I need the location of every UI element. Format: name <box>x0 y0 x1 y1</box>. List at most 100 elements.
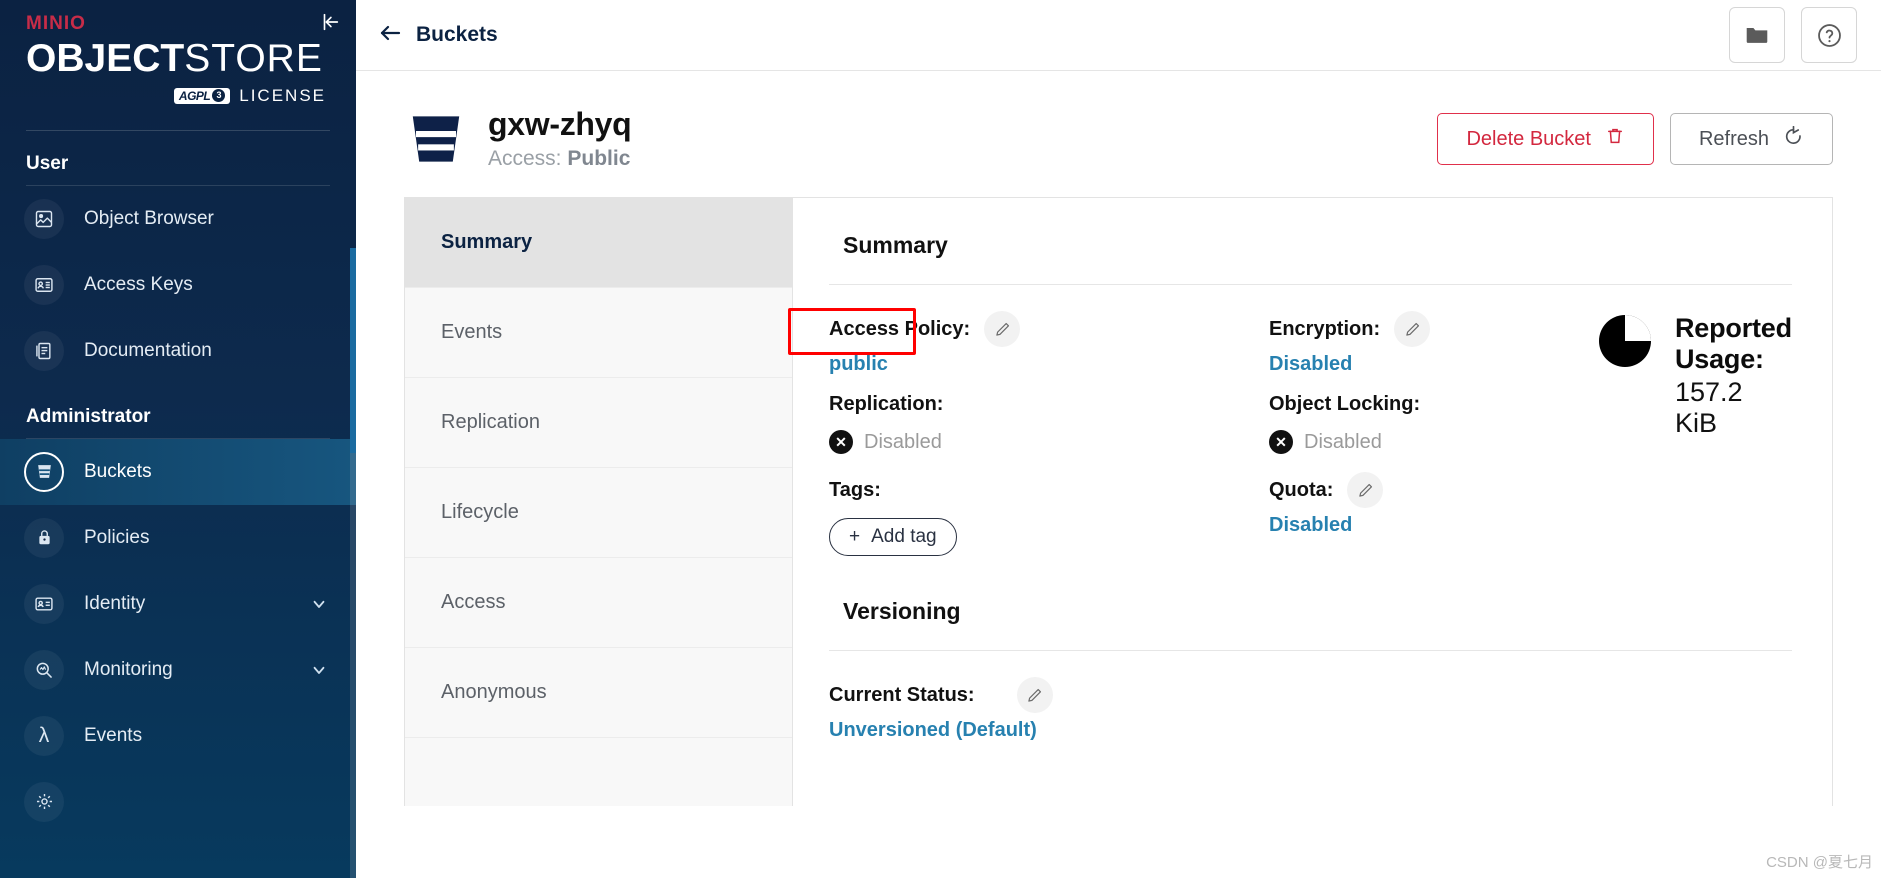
license-row: AGPL 3 LICENSE <box>26 86 330 106</box>
access-policy-value-link[interactable]: public <box>829 353 888 376</box>
sidebar-item-object-browser[interactable]: Object Browser <box>0 186 356 252</box>
folder-icon[interactable] <box>1729 7 1785 63</box>
x-circle-icon: ✕ <box>829 430 853 454</box>
bucket-access-line: Access: Public <box>488 147 631 171</box>
versioning-section: Versioning Current Status: Unversioned (… <box>829 598 1792 742</box>
quota-label: Quota: <box>1269 478 1334 501</box>
sidebar-item-identity[interactable]: Identity <box>0 571 356 637</box>
access-policy-field: Access Policy: public <box>829 311 1269 376</box>
tab-label: Anonymous <box>441 681 547 703</box>
sidebar-item-label: Documentation <box>84 339 212 361</box>
versioning-heading: Versioning <box>843 598 961 624</box>
sidebar-item-documentation[interactable]: Documentation <box>0 318 356 384</box>
agpl-version: 3 <box>212 89 226 103</box>
replication-field: Replication: ✕ Disabled <box>829 386 1269 454</box>
sidebar-item-label: Events <box>84 724 143 746</box>
bucket-icon <box>404 107 468 171</box>
chevron-down-icon[interactable] <box>306 657 332 683</box>
help-circle-icon[interactable] <box>1801 7 1857 63</box>
replication-label-row: Replication: <box>829 386 1269 422</box>
breadcrumb-back-buckets[interactable]: Buckets <box>368 23 498 47</box>
tab-label: Replication <box>441 411 540 433</box>
add-tag-label: Add tag <box>871 526 937 547</box>
tab-label: Lifecycle <box>441 501 519 523</box>
tab-summary[interactable]: Summary <box>405 198 792 288</box>
quota-value-link[interactable]: Disabled <box>1269 514 1352 537</box>
summary-column-left: Access Policy: public Replication: ✕ Dis… <box>829 311 1269 564</box>
sidebar-item-label: Access Keys <box>84 273 193 295</box>
refresh-label: Refresh <box>1698 127 1769 150</box>
tab-access[interactable]: Access <box>405 558 792 648</box>
wordmark-store: STORE <box>184 36 323 80</box>
minio-wordmark: MINIO <box>26 13 86 34</box>
pencil-icon[interactable] <box>984 311 1021 347</box>
current-status-label: Current Status: <box>829 683 975 706</box>
summary-column-right: Reported Usage: 157.2 KiB <box>1569 311 1792 564</box>
bucket-access-label: Access: <box>488 146 562 170</box>
documentation-icon <box>24 330 64 371</box>
tab-replication[interactable]: Replication <box>405 378 792 468</box>
sidebar-item-label: Buckets <box>84 460 152 482</box>
object-store-wordmark: OBJECTSTORE <box>26 36 330 80</box>
delete-bucket-label: Delete Bucket <box>1466 127 1591 150</box>
replication-status: ✕ Disabled <box>829 430 1269 454</box>
current-status-field: Current Status: Unversioned (Default) <box>829 677 1792 742</box>
page-title: gxw-zhyq <box>488 106 632 143</box>
main-content: Buckets gxw-zhyq Access: Public Delete B… <box>356 0 1881 878</box>
monitoring-icon <box>24 649 64 690</box>
tab-lifecycle[interactable]: Lifecycle <box>405 468 792 558</box>
tab-label: Access <box>441 591 506 613</box>
sidebar-item-label: Object Browser <box>84 207 214 229</box>
bucket-icon <box>24 451 64 492</box>
pencil-icon[interactable] <box>1016 677 1053 713</box>
replication-status-text: Disabled <box>864 430 942 453</box>
lambda-icon: λ <box>24 715 64 756</box>
sidebar-item-access-keys[interactable]: Access Keys <box>0 252 356 318</box>
access-keys-icon <box>24 264 64 305</box>
chevron-down-icon[interactable] <box>306 591 332 617</box>
access-policy-label-row: Access Policy: <box>829 311 1269 347</box>
summary-column-middle: Encryption: Disabled Object Locking: ✕ D… <box>1269 311 1569 564</box>
app-root: MINIO OBJECTSTORE AGPL 3 LICENSE User Ob… <box>0 0 1881 878</box>
license-label: LICENSE <box>239 85 326 105</box>
agpl-badge: AGPL 3 <box>173 87 231 105</box>
encryption-label: Encryption: <box>1269 317 1381 340</box>
pencil-icon[interactable] <box>1394 311 1431 347</box>
sidebar-item-policies[interactable]: Policies <box>0 505 356 571</box>
current-status-label-row: Current Status: <box>829 677 1792 713</box>
pencil-icon[interactable] <box>1347 472 1384 508</box>
delete-bucket-button[interactable]: Delete Bucket <box>1437 113 1654 165</box>
object-locking-status-text: Disabled <box>1304 430 1382 453</box>
wordmark-object: OBJECT <box>26 36 185 80</box>
object-locking-status: ✕ Disabled <box>1269 430 1569 454</box>
plus-icon: + <box>849 526 861 547</box>
current-status-value-link[interactable]: Unversioned (Default) <box>829 719 1037 742</box>
topbar-actions <box>1729 7 1857 63</box>
tags-label: Tags: <box>829 478 881 501</box>
add-tag-button[interactable]: + Add tag <box>829 518 957 556</box>
sidebar-item-partial[interactable] <box>0 769 356 835</box>
refresh-button[interactable]: Refresh <box>1669 113 1833 165</box>
arrow-left-icon <box>378 24 402 46</box>
watermark-text: CSDN @夏七月 <box>1766 854 1873 871</box>
reported-usage-text: Reported Usage: 157.2 KiB <box>1675 313 1792 439</box>
bucket-header: gxw-zhyq Access: Public Delete Bucket Re… <box>356 71 1881 197</box>
reported-usage-block: Reported Usage: 157.2 KiB <box>1597 311 1792 439</box>
sidebar: MINIO OBJECTSTORE AGPL 3 LICENSE User Ob… <box>0 0 356 878</box>
summary-grid: Access Policy: public Replication: ✕ Dis… <box>829 285 1792 564</box>
encryption-value-link[interactable]: Disabled <box>1269 353 1352 376</box>
tags-label-row: Tags: <box>829 472 1269 508</box>
tab-events[interactable]: Events <box>405 288 792 378</box>
bucket-header-actions: Delete Bucket Refresh <box>1437 113 1833 165</box>
sidebar-item-events[interactable]: λ Events <box>0 703 356 769</box>
collapse-left-icon[interactable] <box>316 8 344 36</box>
sidebar-section-administrator-title: Administrator <box>26 405 151 427</box>
tab-anonymous[interactable]: Anonymous <box>405 648 792 738</box>
topbar: Buckets <box>356 0 1881 71</box>
versioning-divider <box>829 650 1792 651</box>
sidebar-item-buckets[interactable]: Buckets <box>0 438 356 505</box>
bucket-tabs: Summary Events Replication Lifecycle Acc… <box>405 198 793 806</box>
breadcrumb-label: Buckets <box>416 23 498 46</box>
sidebar-item-monitoring[interactable]: Monitoring <box>0 637 356 703</box>
reported-usage-value: 157.2 KiB <box>1675 377 1743 439</box>
